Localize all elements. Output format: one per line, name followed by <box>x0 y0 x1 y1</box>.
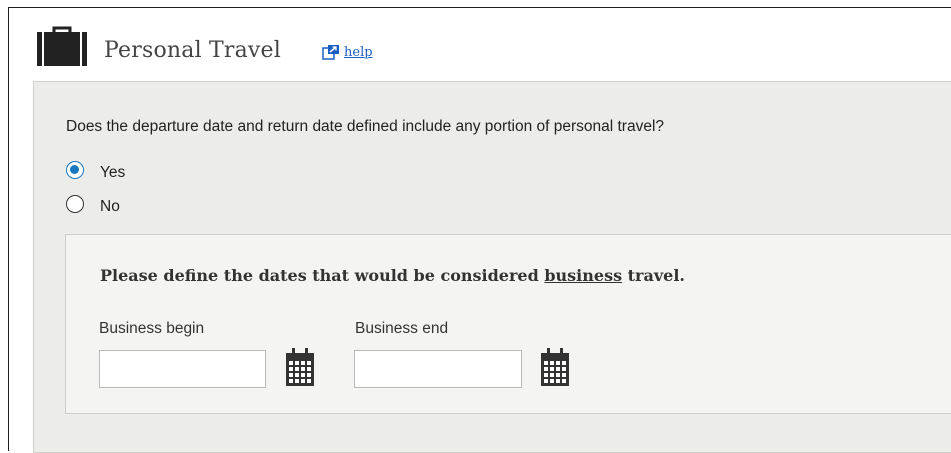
help-label[interactable]: help <box>344 45 373 60</box>
instruction-emphasis: business <box>544 266 623 285</box>
calendar-icon[interactable] <box>541 346 569 386</box>
briefcase-icon <box>37 26 87 66</box>
radio-no-label[interactable]: No <box>100 198 120 216</box>
help-link[interactable]: help <box>322 44 373 60</box>
personal-travel-question: Does the departure date and return date … <box>66 118 665 135</box>
instruction-suffix: travel. <box>622 266 685 285</box>
business-end-label: Business end <box>355 320 449 337</box>
calendar-icon[interactable] <box>286 346 314 386</box>
instruction-prefix: Please define the dates that would be co… <box>100 266 545 285</box>
radio-yes-button[interactable] <box>66 161 84 179</box>
business-begin-label: Business begin <box>99 320 205 337</box>
radio-yes-label[interactable]: Yes <box>100 164 125 182</box>
section-title: Personal Travel <box>104 38 281 63</box>
radio-no-button[interactable] <box>66 195 84 213</box>
business-end-input[interactable] <box>354 350 522 388</box>
business-begin-input[interactable] <box>99 350 266 388</box>
external-link-icon <box>322 45 339 60</box>
business-dates-instruction: Please define the dates that would be co… <box>100 266 685 285</box>
